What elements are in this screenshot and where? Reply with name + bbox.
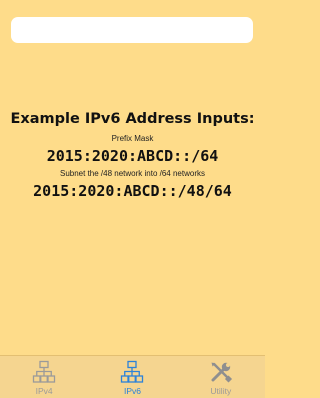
subnet-example: 2015:2020:ABCD::/48/64 (33, 182, 232, 200)
example-heading: Example IPv6 Address Inputs: (10, 111, 255, 127)
tab-label-ipv6: IPv6 (123, 386, 141, 396)
prefix-example: 2015:2020:ABCD::/64 (46, 147, 219, 165)
tab-utility[interactable]: Utility (186, 356, 256, 396)
tab-ipv6[interactable]: IPv6 (97, 356, 167, 396)
tab-ipv4[interactable]: IPv4 (9, 356, 79, 396)
example-panel: Example IPv6 Address Inputs: Prefix Mask… (0, 110, 265, 201)
tab-bar: IPv4 IPv6 Utility (0, 355, 265, 398)
tab-label-utility: Utility (210, 386, 232, 396)
prefix-caption: Prefix Mask (111, 134, 154, 143)
network-icon (121, 360, 144, 383)
address-input[interactable] (11, 17, 253, 43)
tools-icon (211, 362, 232, 383)
subnet-caption: Subnet the /48 network into /64 networks (60, 169, 205, 178)
network-icon (33, 360, 56, 383)
tab-label-ipv4: IPv4 (35, 386, 53, 396)
